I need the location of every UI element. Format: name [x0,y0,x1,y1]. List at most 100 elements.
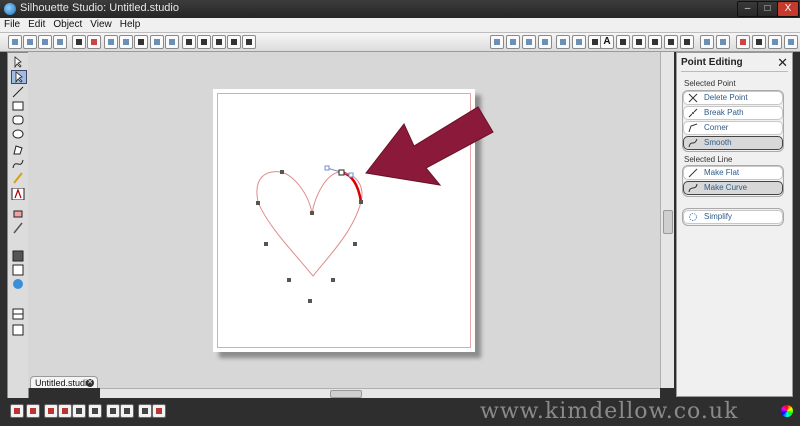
library-panel-icon[interactable] [716,35,730,49]
redo-icon[interactable] [165,35,179,49]
cut-view-icon[interactable] [11,264,25,276]
release-compound-path-icon[interactable] [58,404,72,418]
paste-icon[interactable] [119,35,133,49]
anchor-point[interactable] [331,278,335,282]
heart-shape-layer [256,106,494,303]
heart-shape[interactable] [256,171,363,277]
smooth-button[interactable]: Smooth [683,136,783,150]
control-handle[interactable] [348,172,354,178]
anchor-point[interactable] [287,278,291,282]
make-curve-button[interactable]: Make Curve [683,181,783,195]
menu-view[interactable]: View [86,18,116,32]
copy-icon[interactable] [104,35,118,49]
modify-icon[interactable] [648,35,662,49]
page-view-icon[interactable] [11,250,25,262]
delete-point-button[interactable]: Delete Point [683,91,783,105]
send-to-back-icon[interactable] [120,404,134,418]
knife-tool-icon[interactable] [11,222,25,234]
anchor-point[interactable] [308,299,312,303]
group-icon[interactable] [10,404,24,418]
make-flat-button[interactable]: Make Flat [683,166,783,180]
curve-tool-icon[interactable] [11,158,25,170]
zoom-in-icon[interactable] [182,35,196,49]
selected-point[interactable] [338,169,345,176]
transform-icon[interactable] [616,35,630,49]
rounded-rectangle-tool-icon[interactable] [11,114,25,126]
page-settings-icon[interactable] [490,35,504,49]
menu-object[interactable]: Object [49,18,86,32]
send-to-cutter-icon[interactable] [87,35,101,49]
close-tab-icon[interactable]: ✕ [86,379,94,387]
trace-icon[interactable] [680,35,694,49]
freehand-tool-icon[interactable] [11,172,25,184]
cut-settings-icon[interactable] [506,35,520,49]
target-icon[interactable] [152,404,166,418]
group-selected-icon[interactable] [72,404,86,418]
weld-icon[interactable] [138,404,152,418]
simplify-button[interactable]: Simplify [683,210,783,224]
vertical-scrollbar[interactable] [660,52,674,388]
horizontal-scrollbar[interactable] [100,388,660,398]
main-toolbar: A [0,33,800,52]
zoom-select-icon[interactable] [212,35,226,49]
menu-help[interactable]: Help [116,18,145,32]
minimize-button[interactable]: – [737,1,758,17]
close-button[interactable]: X [777,1,799,17]
polygon-tool-icon[interactable] [11,144,25,156]
save-icon[interactable] [53,35,67,49]
store-icon[interactable] [700,35,714,49]
zoom-out-icon[interactable] [197,35,211,49]
registration-icon[interactable] [538,35,552,49]
color-wheel-icon[interactable] [781,405,793,417]
anchor-point[interactable] [280,170,284,174]
split-view-icon[interactable] [11,324,25,336]
eraser-tool-icon[interactable] [11,208,25,220]
fill-panel-icon[interactable] [736,35,750,49]
menu-edit[interactable]: Edit [24,18,49,32]
horizontal-scroll-thumb[interactable] [330,390,362,398]
vertical-scroll-thumb[interactable] [663,210,673,234]
library-view-icon[interactable] [11,308,25,320]
anchor-point[interactable] [359,200,363,204]
grid-icon[interactable] [522,35,536,49]
online-store-icon[interactable] [11,278,25,290]
anchor-point[interactable] [310,211,314,215]
fit-to-page-icon[interactable] [242,35,256,49]
break-path-button[interactable]: Break Path [683,106,783,120]
print-icon[interactable] [72,35,86,49]
line-tool-icon[interactable] [11,86,25,98]
replicate-icon[interactable] [632,35,646,49]
new-document-icon[interactable] [8,35,22,49]
pattern-icon[interactable] [784,35,798,49]
ellipse-tool-icon[interactable] [11,128,25,140]
corner-button[interactable]: Corner [683,121,783,135]
open-document-icon[interactable] [23,35,37,49]
undo-icon[interactable] [150,35,164,49]
pan-icon[interactable] [227,35,241,49]
rectangle-tool-icon[interactable] [11,100,25,112]
cut-icon[interactable] [134,35,148,49]
design-canvas[interactable] [28,52,660,388]
line-style-icon[interactable] [556,35,570,49]
offset-icon[interactable] [664,35,678,49]
bring-to-front-icon[interactable] [106,404,120,418]
delete-icon[interactable] [88,404,102,418]
select-tool-icon[interactable] [11,56,25,69]
fill-color-icon[interactable] [572,35,586,49]
anchor-point[interactable] [264,242,268,246]
gradient-icon[interactable] [768,35,782,49]
anchor-point[interactable] [353,242,357,246]
control-handle[interactable] [324,165,330,171]
maximize-button[interactable]: □ [757,1,778,17]
menu-file[interactable]: File [0,18,24,32]
document-tab[interactable]: Untitled.studio ✕ [30,376,98,388]
library-icon[interactable] [38,35,52,49]
make-compound-path-icon[interactable] [44,404,58,418]
text-style-icon[interactable]: A [600,35,614,49]
text-tool-icon[interactable] [11,187,25,201]
anchor-point[interactable] [256,201,260,205]
ungroup-icon[interactable] [26,404,40,418]
edit-points-tool-icon[interactable] [11,70,27,84]
pencil-icon[interactable] [752,35,766,49]
panel-close-icon[interactable]: ✕ [777,55,788,71]
